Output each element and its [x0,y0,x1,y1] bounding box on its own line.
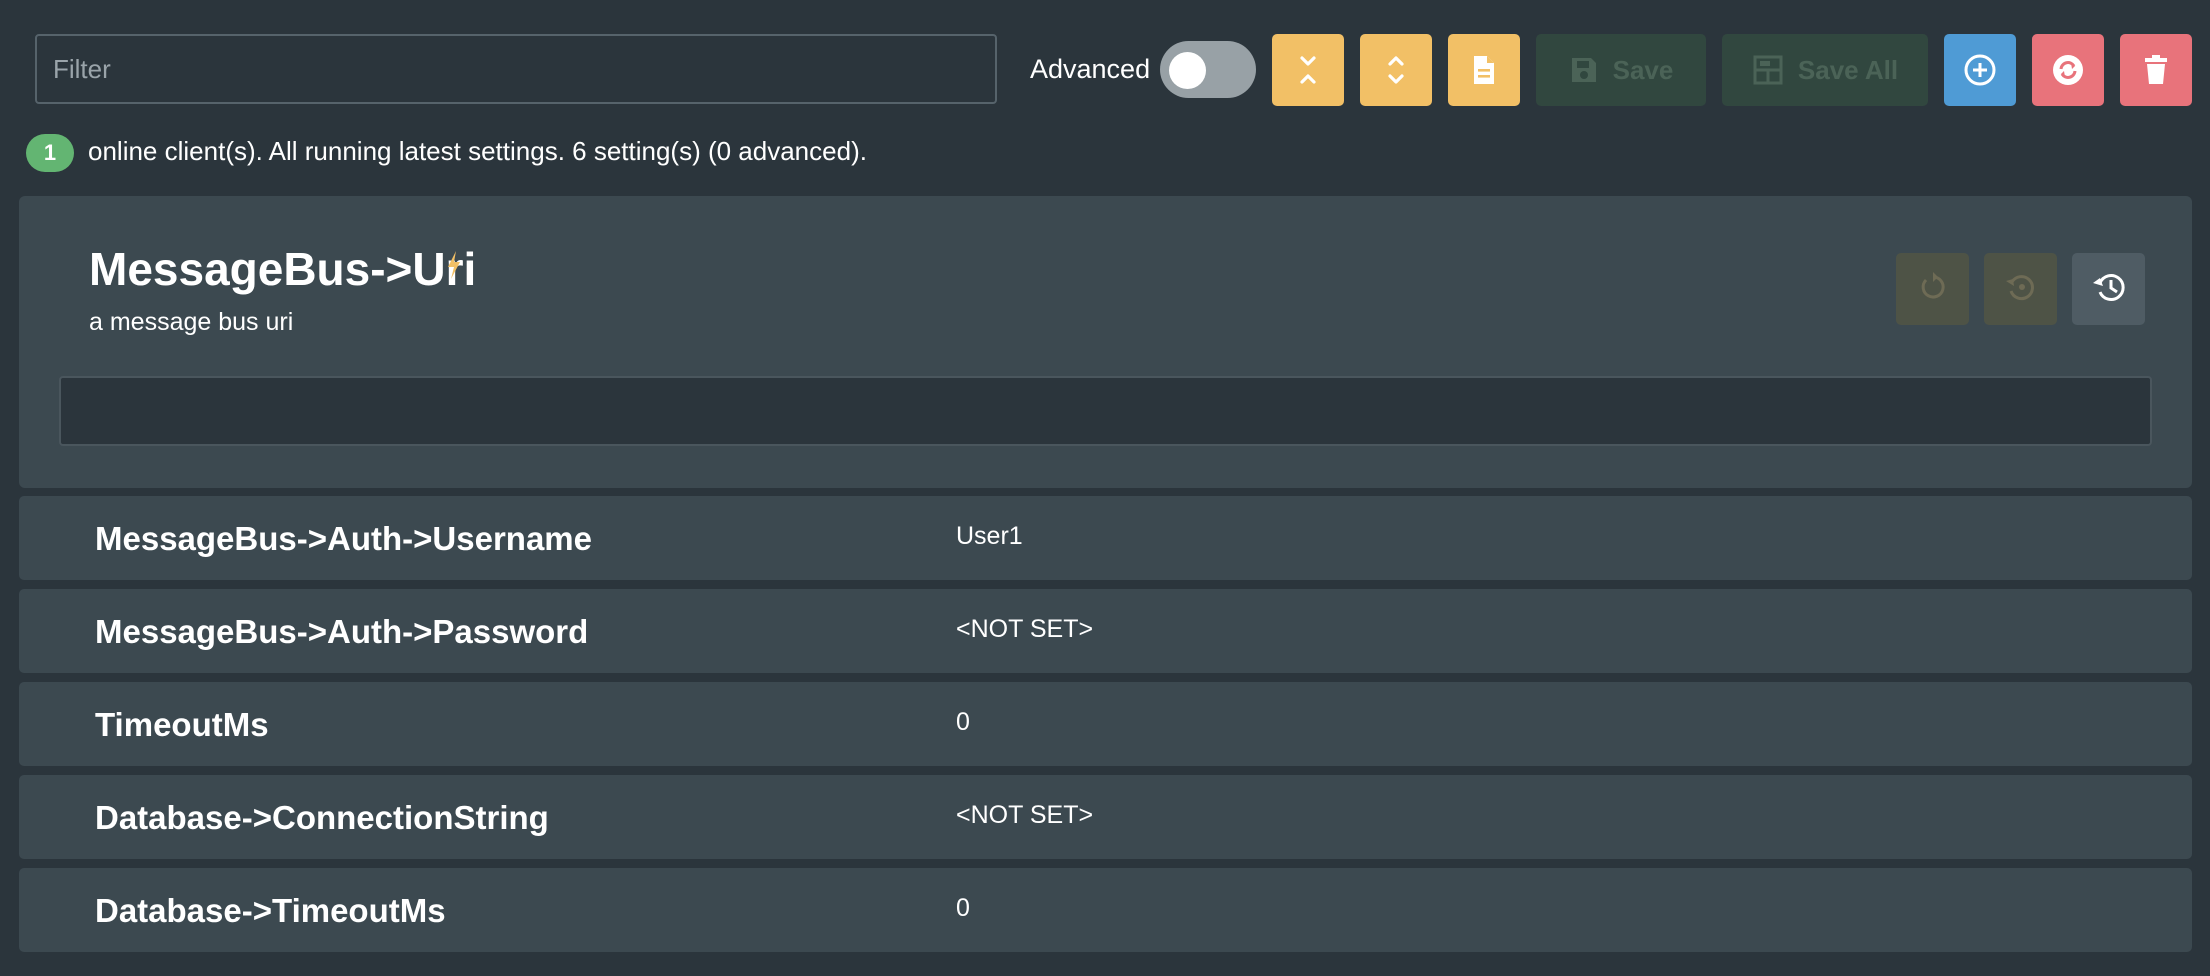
status-text: online client(s). All running latest set… [88,136,867,166]
setting-row-name: Database->TimeoutMs [95,892,446,929]
client-count-badge: 1 [26,134,74,172]
add-button[interactable] [1944,34,2016,106]
advanced-toggle[interactable] [1160,41,1256,98]
history-button[interactable] [2072,253,2145,325]
setting-row[interactable]: Database->TimeoutMs 0 [19,868,2192,952]
reset-icon [2004,270,2038,309]
sync-icon [2051,53,2085,87]
save-all-label: Save All [1797,54,1899,85]
history-icon [2091,270,2127,309]
save-label: Save [1612,54,1674,85]
save-all-button[interactable]: Save All [1722,34,1928,106]
setting-row-value: 0 [956,708,970,736]
setting-row-value: 0 [956,894,970,922]
toggle-knob [1169,52,1206,89]
setting-row[interactable]: TimeoutMs 0 [19,682,2192,766]
setting-row[interactable]: MessageBus->Auth->Password <NOT SET> [19,589,2192,673]
collapse-all-button[interactable] [1272,34,1344,106]
setting-row[interactable]: MessageBus->Auth->Username User1 [19,496,2192,580]
setting-name: MessageBus->Uri [89,243,477,295]
sync-button[interactable] [2032,34,2104,106]
collapse-all-icon [1296,54,1320,86]
add-icon [1963,53,1997,87]
setting-row-name: MessageBus->Auth->Password [95,613,589,650]
setting-value-input[interactable] [59,376,2152,446]
delete-icon [2143,54,2169,86]
advanced-label: Advanced [1030,54,1151,84]
setting-row-name: TimeoutMs [95,706,269,743]
setting-row-name: MessageBus->Auth->Username [95,520,592,557]
revert-button[interactable] [1896,253,1969,325]
bolt-icon [445,250,463,285]
setting-card-expanded: MessageBus->Uri a message bus uri [19,196,2192,488]
delete-button[interactable] [2120,34,2192,106]
save-icon [1569,55,1599,85]
toolbar: Advanced Save Save All [0,0,2210,140]
setting-description: a message bus uri [89,308,294,336]
expand-all-button[interactable] [1360,34,1432,106]
revert-icon [1917,271,1949,308]
save-button[interactable]: Save [1536,34,1706,106]
setting-row-value: <NOT SET> [956,615,1094,643]
document-button[interactable] [1448,34,1520,106]
reset-button[interactable] [1984,253,2057,325]
document-icon [1471,54,1497,86]
save-all-icon [1752,54,1784,86]
setting-row[interactable]: Database->ConnectionString <NOT SET> [19,775,2192,859]
setting-row-value: <NOT SET> [956,801,1094,829]
expand-all-icon [1384,54,1408,86]
filter-input[interactable] [35,34,997,104]
setting-row-name: Database->ConnectionString [95,799,549,836]
setting-row-value: User1 [956,522,1023,550]
